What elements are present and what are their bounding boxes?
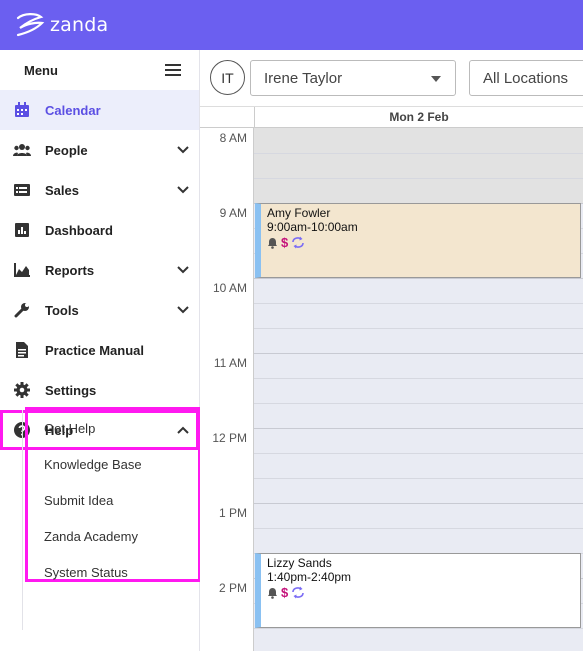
sidebar-item-label: People [45, 142, 88, 158]
calendar-main: IT Irene Taylor All Locations Mon 2 Feb … [200, 50, 583, 651]
sidebar-item-label: Tools [45, 302, 79, 318]
grid-line [254, 403, 583, 404]
location-select[interactable]: All Locations [469, 60, 583, 96]
sidebar-item-label: Dashboard [45, 222, 113, 238]
sidebar-item-practice-manual[interactable]: Practice Manual [0, 330, 199, 370]
dollar-icon: $ [281, 235, 289, 250]
chevron-down-icon [175, 262, 191, 278]
app-window: zanda Menu Calendar People Sales Dashboa… [0, 0, 583, 651]
calendar-icon [12, 100, 32, 120]
grid-line [254, 278, 583, 279]
time-label: 11 AM [213, 356, 247, 370]
filter-bar: IT Irene Taylor All Locations [200, 50, 583, 107]
sidebar-item-label: Sales [45, 182, 79, 198]
time-label: 2 PM [218, 581, 247, 595]
dashboard-icon [12, 220, 32, 240]
appointment-time: 9:00am-10:00am [267, 220, 358, 234]
chevron-down-icon [175, 302, 191, 318]
submenu-divider [22, 410, 23, 630]
grid-line [254, 328, 583, 329]
wrench-icon [12, 300, 32, 320]
sidebar-item-people[interactable]: People [0, 130, 199, 170]
sidebar-item-reports[interactable]: Reports [0, 250, 199, 290]
sidebar-item-dashboard[interactable]: Dashboard [0, 210, 199, 250]
unavailable-block [254, 128, 583, 203]
grid-line [254, 303, 583, 304]
grid-line [254, 153, 583, 154]
sidebar-item-sales[interactable]: Sales [0, 170, 199, 210]
menu-header: Menu [0, 50, 199, 90]
time-label: 8 AM [219, 131, 247, 145]
sidebar-item-tools[interactable]: Tools [0, 290, 199, 330]
appointment-icons: $ [267, 236, 580, 249]
gear-icon [12, 380, 32, 400]
submenu-item-submit-idea[interactable]: Submit Idea [28, 482, 198, 518]
day-title[interactable]: Mon 2 Feb [254, 107, 583, 128]
grid-line [254, 503, 583, 504]
grid-line [254, 178, 583, 179]
location-select-value: All Locations [483, 69, 569, 87]
grid-line [254, 453, 583, 454]
bell-icon [268, 587, 277, 599]
submenu-item-system-status[interactable]: System Status [28, 554, 198, 590]
grid-line [254, 478, 583, 479]
appointment-client: Lizzy Sands [267, 556, 332, 570]
help-submenu: Get Help Knowledge Base Submit Idea Zand… [25, 407, 201, 582]
sidebar-item-settings[interactable]: Settings [0, 370, 199, 410]
chevron-down-icon [175, 182, 191, 198]
appointment-card[interactable]: Amy Fowler 9:00am-10:00am $ [255, 203, 581, 278]
sidebar-item-label: Settings [45, 382, 97, 398]
bell-icon [268, 237, 277, 249]
appointment-card[interactable]: Lizzy Sands 1:40pm-2:40pm $ [255, 553, 581, 628]
chevron-down-icon [175, 142, 191, 158]
repeat-icon [292, 236, 305, 249]
staff-select-value: Irene Taylor [264, 69, 343, 87]
grid-line [254, 428, 583, 429]
sidebar-item-label: Practice Manual [45, 342, 144, 358]
day-header: Mon 2 Feb [200, 107, 583, 128]
time-label: 9 AM [219, 206, 247, 220]
appointment-client: Amy Fowler [267, 206, 331, 220]
sales-icon [12, 180, 32, 200]
appointment-icons: $ [267, 586, 580, 599]
submenu-item-get-help[interactable]: Get Help [28, 410, 198, 446]
avatar[interactable]: IT [210, 60, 245, 95]
time-column: 8 AM 9 AM 10 AM 11 AM 12 PM 1 PM 2 PM [200, 128, 254, 651]
sidebar-item-calendar[interactable]: Calendar [0, 90, 199, 130]
submenu-item-knowledge-base[interactable]: Knowledge Base [28, 446, 198, 482]
grid-line [254, 628, 583, 629]
document-icon [12, 340, 32, 360]
hamburger-icon[interactable] [165, 63, 181, 77]
sidebar-item-label: Reports [45, 262, 95, 278]
zanda-logo[interactable]: zanda [14, 11, 108, 39]
dollar-icon: $ [281, 585, 289, 600]
grid-line [254, 378, 583, 379]
top-bar: zanda [0, 0, 583, 50]
submenu-item-zanda-academy[interactable]: Zanda Academy [28, 518, 198, 554]
logo-text: zanda [50, 14, 109, 36]
people-icon [12, 140, 32, 160]
sidebar-item-label: Calendar [45, 102, 101, 118]
appointment-time: 1:40pm-2:40pm [267, 570, 352, 584]
repeat-icon [292, 586, 305, 599]
time-label: 10 AM [212, 281, 247, 295]
grid-line [254, 353, 583, 354]
time-label: 1 PM [218, 506, 247, 520]
zanda-logo-icon [16, 13, 45, 37]
time-label: 12 PM [212, 431, 247, 445]
menu-title: Menu [24, 62, 58, 78]
reports-icon [12, 260, 32, 280]
day-grid[interactable]: Amy Fowler 9:00am-10:00am $ Lizzy Sands … [254, 128, 583, 651]
caret-down-icon [431, 76, 441, 82]
staff-select[interactable]: Irene Taylor [250, 60, 456, 96]
grid-line [254, 528, 583, 529]
